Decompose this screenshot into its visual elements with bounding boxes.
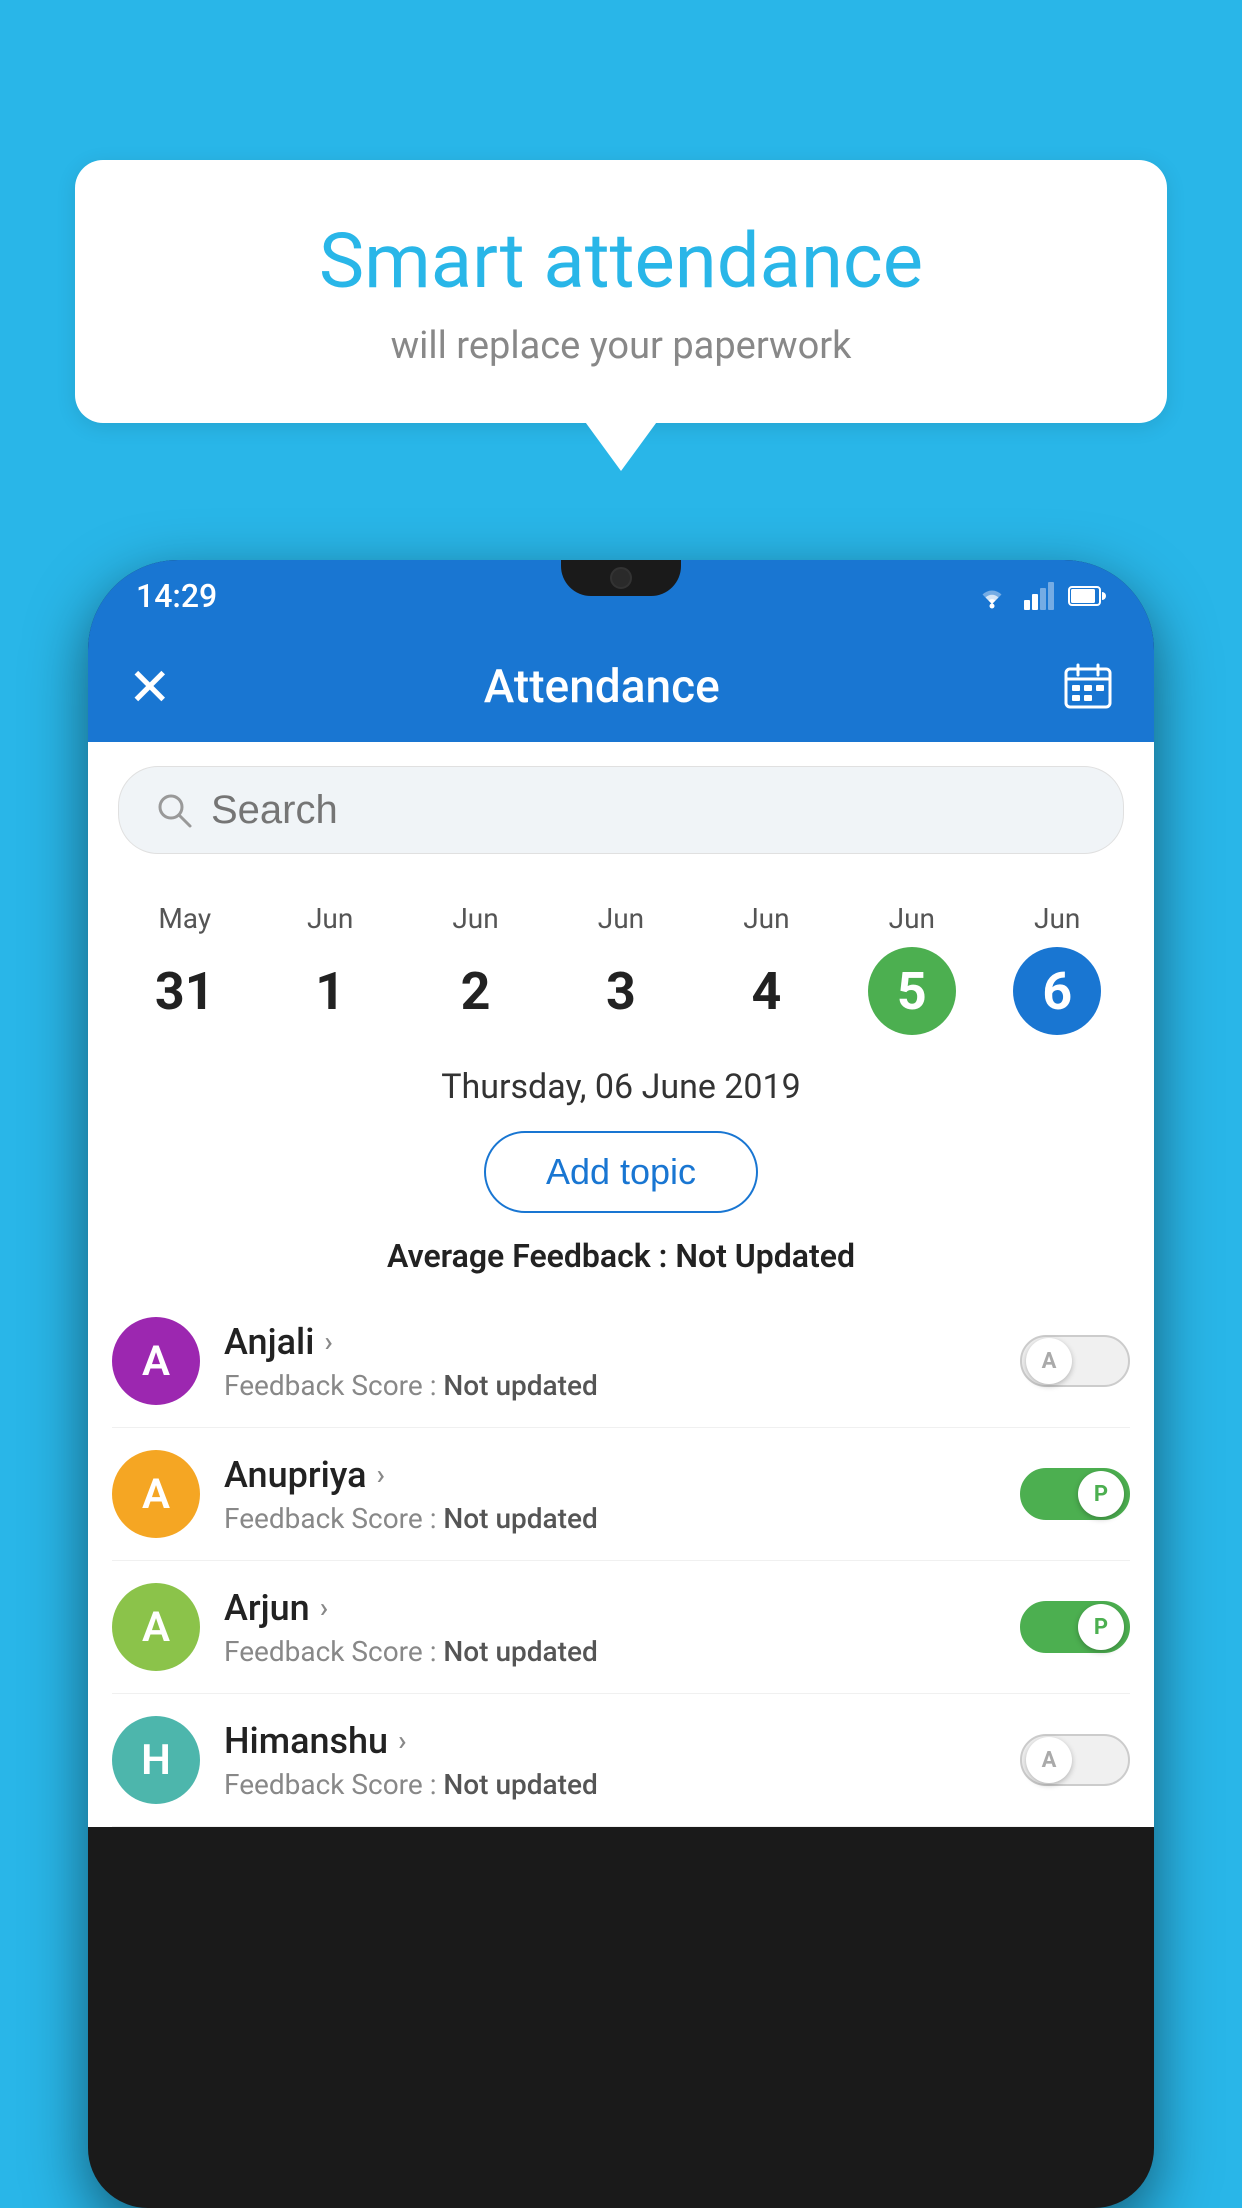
- battery-icon: [1068, 585, 1106, 607]
- cal-month-label: Jun: [307, 902, 353, 935]
- calendar-button[interactable]: [1062, 661, 1114, 713]
- student-item[interactable]: A Anupriya › Feedback Score : Not updated P: [112, 1428, 1130, 1561]
- student-name: Himanshu ›: [224, 1720, 996, 1762]
- toggle-knob: P: [1078, 1471, 1124, 1517]
- student-info: Anjali › Feedback Score : Not updated: [224, 1321, 996, 1402]
- attendance-toggle[interactable]: A: [1020, 1335, 1130, 1387]
- close-button[interactable]: ✕: [128, 657, 172, 718]
- cal-month-label: May: [158, 902, 211, 935]
- speech-bubble-subtitle: will replace your paperwork: [135, 324, 1107, 368]
- calendar-day[interactable]: Jun 6: [1013, 902, 1101, 1035]
- wifi-icon: [974, 582, 1010, 610]
- chevron-icon: ›: [324, 1325, 332, 1358]
- search-bar[interactable]: [118, 766, 1124, 854]
- chevron-icon: ›: [320, 1591, 328, 1624]
- calendar-day[interactable]: Jun 2: [432, 902, 520, 1035]
- speech-bubble-container: Smart attendance will replace your paper…: [75, 160, 1167, 423]
- cal-month-label: Jun: [889, 902, 935, 935]
- attendance-toggle[interactable]: A: [1020, 1734, 1130, 1786]
- cal-month-label: Jun: [452, 902, 498, 935]
- add-topic-button[interactable]: Add topic: [484, 1131, 758, 1213]
- speech-bubble-title: Smart attendance: [135, 220, 1107, 304]
- cal-date-number[interactable]: 2: [432, 947, 520, 1035]
- student-info: Arjun › Feedback Score : Not updated: [224, 1587, 996, 1668]
- search-icon: [155, 791, 193, 829]
- student-list: AAnjali ›Feedback Score : Not updatedAAA…: [88, 1295, 1154, 1827]
- cal-date-number[interactable]: 5: [868, 947, 956, 1035]
- cal-date-number[interactable]: 3: [577, 947, 665, 1035]
- calendar-day[interactable]: Jun 3: [577, 902, 665, 1035]
- cal-date-number[interactable]: 1: [286, 947, 374, 1035]
- phone-notch: [561, 560, 681, 596]
- phone-frame: 14:29 ✕ At: [88, 560, 1154, 2208]
- student-item[interactable]: A Arjun › Feedback Score : Not updated P: [112, 1561, 1130, 1694]
- student-feedback: Feedback Score : Not updated: [224, 1635, 996, 1668]
- student-name: Anjali ›: [224, 1321, 996, 1363]
- calendar-day[interactable]: Jun 5: [868, 902, 956, 1035]
- toggle-knob: A: [1026, 1737, 1072, 1783]
- speech-bubble: Smart attendance will replace your paper…: [75, 160, 1167, 423]
- content-area: May 31 Jun 1 Jun 2 Jun 3 Jun 4 Jun 5 Jun 6 Thursday, …: [88, 742, 1154, 1827]
- avg-feedback-label: Average Feedback :: [387, 1237, 675, 1275]
- cal-month-label: Jun: [598, 902, 644, 935]
- signal-icon: [1024, 582, 1054, 610]
- student-feedback: Feedback Score : Not updated: [224, 1369, 996, 1402]
- attendance-toggle[interactable]: P: [1020, 1601, 1130, 1653]
- cal-date-number[interactable]: 31: [141, 947, 229, 1035]
- cal-month-label: Jun: [743, 902, 789, 935]
- avatar: A: [112, 1317, 200, 1405]
- student-info: Anupriya › Feedback Score : Not updated: [224, 1454, 996, 1535]
- student-name: Anupriya ›: [224, 1454, 996, 1496]
- chevron-icon: ›: [377, 1458, 385, 1491]
- toggle-knob: A: [1026, 1338, 1072, 1384]
- cal-date-number[interactable]: 4: [722, 947, 810, 1035]
- avatar: H: [112, 1716, 200, 1804]
- status-icons: [974, 582, 1106, 610]
- cal-date-number[interactable]: 6: [1013, 947, 1101, 1035]
- avg-feedback: Average Feedback : Not Updated: [88, 1225, 1154, 1295]
- calendar-day[interactable]: Jun 4: [722, 902, 810, 1035]
- student-info: Himanshu › Feedback Score : Not updated: [224, 1720, 996, 1801]
- student-feedback: Feedback Score : Not updated: [224, 1502, 996, 1535]
- toggle-knob: P: [1078, 1604, 1124, 1650]
- cal-month-label: Jun: [1034, 902, 1080, 935]
- calendar-day[interactable]: May 31: [141, 902, 229, 1035]
- calendar-row: May 31 Jun 1 Jun 2 Jun 3 Jun 4 Jun 5 Jun 6: [88, 878, 1154, 1051]
- avg-feedback-value: Not Updated: [675, 1237, 855, 1275]
- avatar: A: [112, 1450, 200, 1538]
- chevron-icon: ›: [398, 1724, 406, 1757]
- calendar-day[interactable]: Jun 1: [286, 902, 374, 1035]
- student-name: Arjun ›: [224, 1587, 996, 1629]
- camera: [610, 567, 632, 589]
- student-item[interactable]: H Himanshu › Feedback Score : Not updated A: [112, 1694, 1130, 1827]
- selected-date-label: Thursday, 06 June 2019: [88, 1051, 1154, 1119]
- search-input[interactable]: [211, 788, 1087, 833]
- status-time: 14:29: [136, 577, 217, 615]
- student-item[interactable]: A Anjali › Feedback Score : Not updated A: [112, 1295, 1130, 1428]
- student-feedback: Feedback Score : Not updated: [224, 1768, 996, 1801]
- avatar: A: [112, 1583, 200, 1671]
- app-bar: ✕ Attendance: [88, 632, 1154, 742]
- app-bar-title: Attendance: [202, 660, 1002, 714]
- attendance-toggle[interactable]: P: [1020, 1468, 1130, 1520]
